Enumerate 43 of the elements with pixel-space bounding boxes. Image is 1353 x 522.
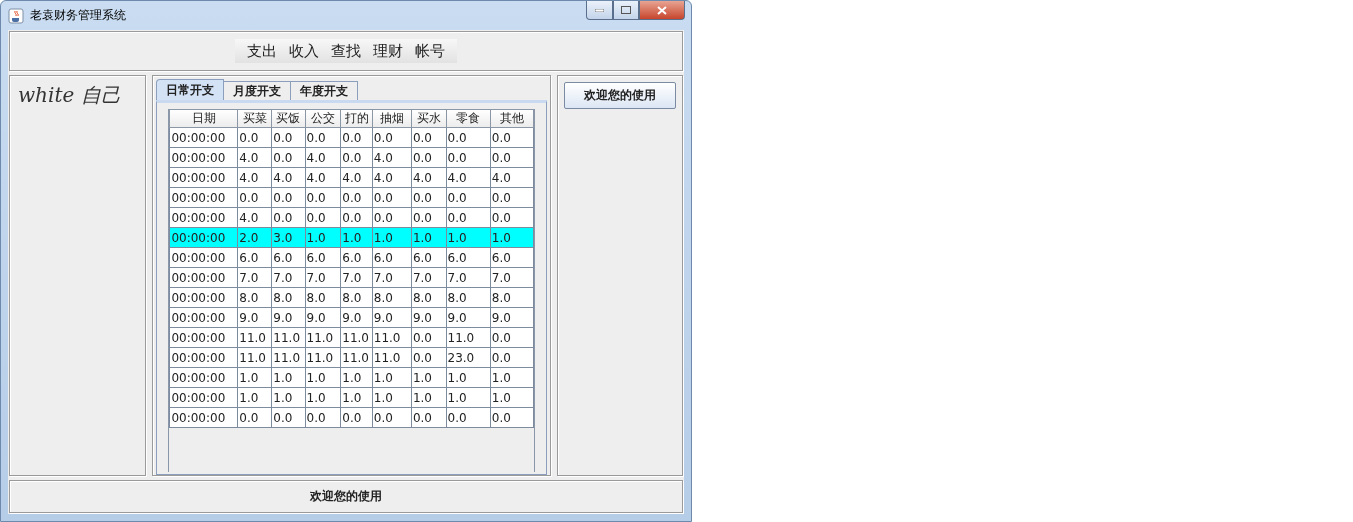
table-cell[interactable]: 00:00:00 bbox=[169, 227, 238, 248]
tab[interactable]: 年度开支 bbox=[290, 81, 359, 100]
window-title: 老袁财务管理系统 bbox=[30, 7, 126, 24]
table-cell[interactable]: 00:00:00 bbox=[169, 407, 238, 428]
table-cell[interactable]: 00:00:00 bbox=[169, 327, 238, 348]
table-cell[interactable]: 00:00:00 bbox=[169, 367, 238, 388]
table-cell[interactable]: 00:00:00 bbox=[169, 187, 238, 208]
minimize-icon bbox=[595, 8, 604, 12]
menu-item[interactable]: 查找 bbox=[325, 41, 367, 61]
table-cell[interactable]: 00:00:00 bbox=[169, 167, 238, 188]
cup-icon bbox=[8, 7, 24, 24]
column-header[interactable]: 打的 bbox=[340, 110, 373, 128]
table-cell[interactable]: 00:00:00 bbox=[169, 267, 238, 288]
welcome-button[interactable]: 欢迎您的使用 bbox=[564, 82, 676, 109]
table-cell[interactable]: 00:00:00 bbox=[169, 147, 238, 168]
column-header[interactable]: 买菜 bbox=[237, 110, 272, 128]
menu-item[interactable]: 帐号 bbox=[409, 41, 451, 61]
user-label: white 自己 bbox=[18, 83, 121, 107]
column-header[interactable]: 零食 bbox=[446, 110, 491, 128]
tab[interactable]: 月度开支 bbox=[223, 81, 292, 100]
table-cell[interactable]: 00:00:00 bbox=[169, 127, 238, 148]
close-icon bbox=[657, 5, 667, 15]
close-button[interactable] bbox=[639, 1, 685, 20]
table-cell[interactable]: 00:00:00 bbox=[169, 307, 238, 328]
column-header[interactable]: 买饭 bbox=[271, 110, 305, 128]
table-cell[interactable]: 00:00:00 bbox=[169, 387, 238, 408]
menu-item[interactable]: 理财 bbox=[367, 41, 409, 61]
column-header[interactable]: 公交 bbox=[305, 110, 341, 128]
menu-item[interactable]: 支出 bbox=[241, 41, 283, 61]
minimize-button[interactable] bbox=[586, 1, 613, 20]
table-cell[interactable]: 00:00:00 bbox=[169, 347, 238, 368]
table-cell[interactable]: 00:00:00 bbox=[169, 247, 238, 268]
column-header[interactable]: 抽烟 bbox=[372, 110, 412, 128]
maximize-button[interactable] bbox=[613, 1, 639, 20]
column-header[interactable]: 日期 bbox=[169, 110, 238, 128]
tab[interactable]: 日常开支 bbox=[156, 79, 225, 100]
status-text: 欢迎您的使用 bbox=[310, 488, 382, 505]
maximize-icon bbox=[621, 6, 631, 14]
table-cell[interactable]: 00:00:00 bbox=[169, 287, 238, 308]
menu-item[interactable]: 收入 bbox=[283, 41, 325, 61]
column-header[interactable]: 买水 bbox=[411, 110, 447, 128]
column-header[interactable]: 其他 bbox=[490, 110, 534, 128]
table-cell[interactable]: 00:00:00 bbox=[169, 207, 238, 228]
